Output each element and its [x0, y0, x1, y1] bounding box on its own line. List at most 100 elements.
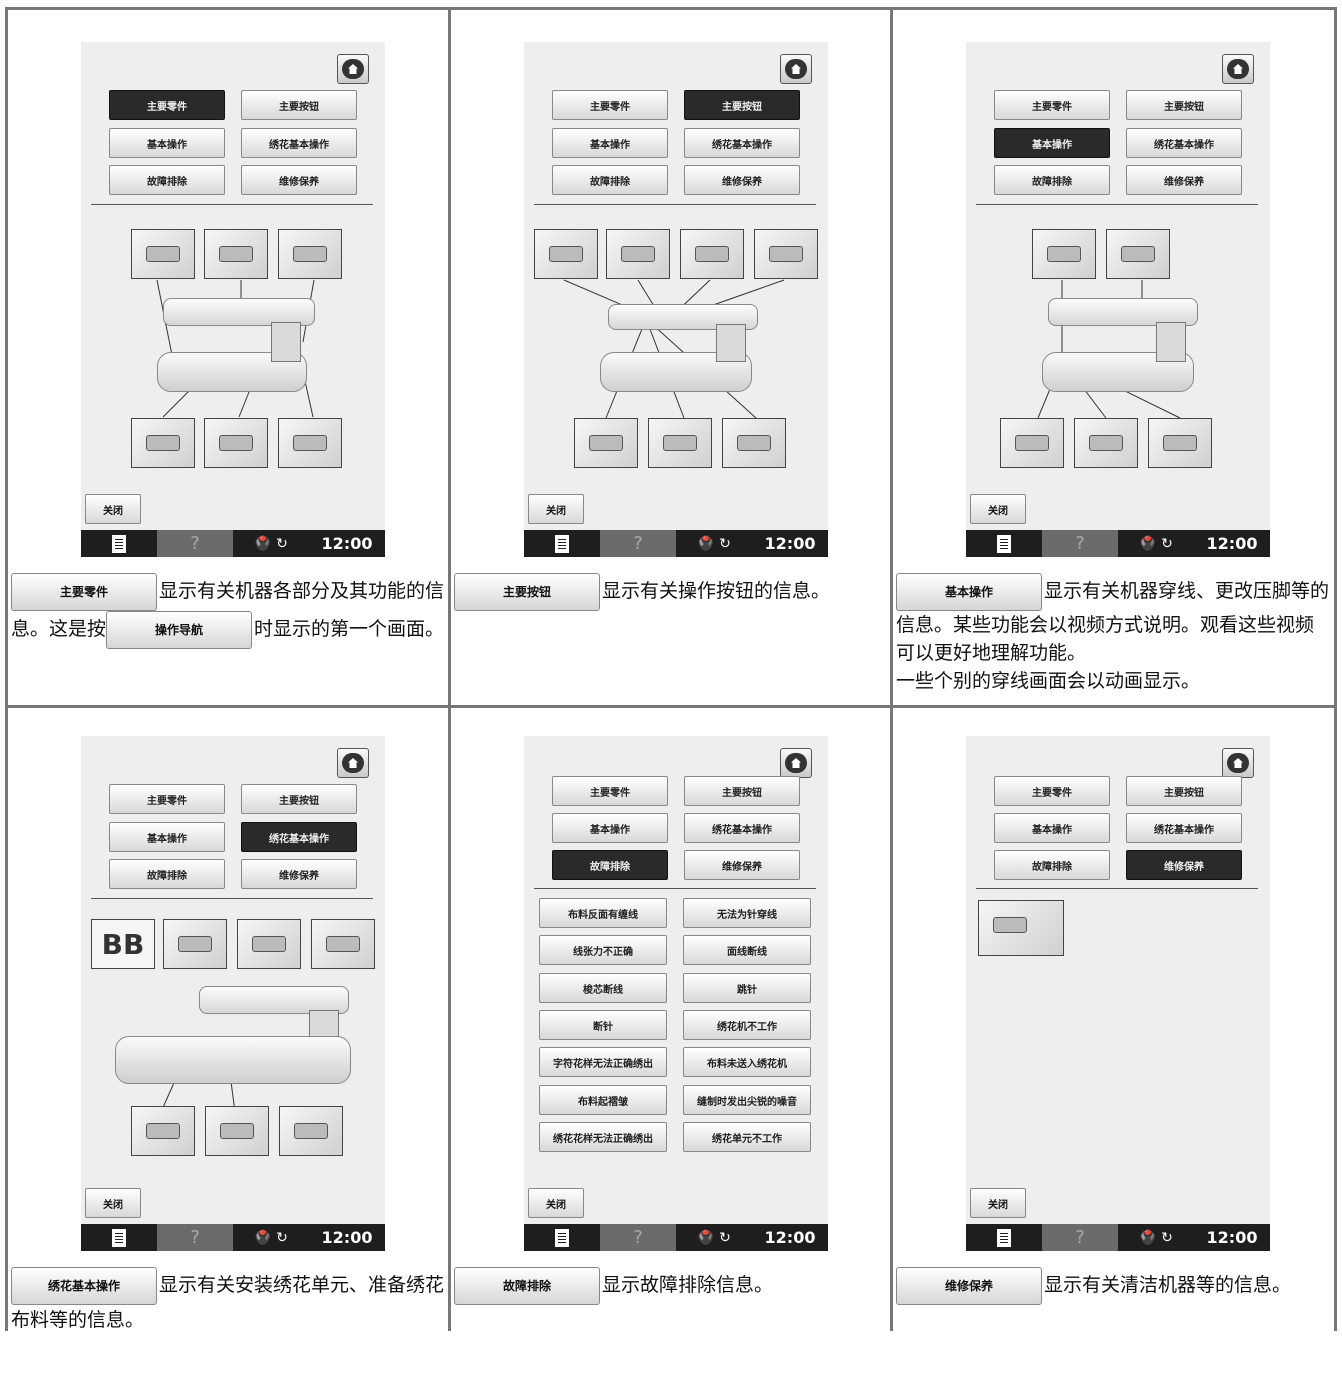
menu-main-parts[interactable]: 主要零件 — [552, 776, 668, 806]
help-button[interactable]: ? — [157, 1224, 233, 1251]
operation-thumb-4[interactable] — [1074, 418, 1138, 468]
home-button[interactable] — [780, 748, 812, 778]
cell-basic-operation: 主要零件 主要按钮 基本操作 绣花基本操作 故障排除 维修保养 关闭 ? 🖲️ … — [890, 10, 1333, 700]
button-thumb-5[interactable] — [574, 418, 638, 468]
trouble-item[interactable]: 布料反面有缠线 — [539, 898, 667, 928]
menu-basic-operation[interactable]: 基本操作 — [552, 813, 668, 843]
button-thumb-7[interactable] — [722, 418, 786, 468]
trouble-item[interactable]: 字符花样无法正确绣出 — [539, 1047, 667, 1077]
menu-separator — [534, 888, 816, 889]
document-icon — [997, 534, 1011, 553]
cell-description: 故障排除 显示故障排除信息。 — [454, 1267, 890, 1305]
close-button[interactable]: 关闭 — [528, 494, 584, 524]
trouble-item[interactable]: 布料未送入绣花机 — [683, 1047, 811, 1077]
menu-basic-operation[interactable]: 基本操作 — [994, 813, 1110, 843]
menu-maintenance[interactable]: 维修保养 — [684, 850, 800, 880]
button-thumb-4[interactable] — [754, 229, 818, 279]
manual-button[interactable] — [524, 1224, 600, 1251]
status-bar: ? 🖲️ ↻ 12:00 — [966, 530, 1270, 557]
part-thumb-5[interactable] — [204, 418, 268, 468]
cell-description: 主要零件 显示有关机器各部分及其功能的信息。这是按 操作导航 时显示的第一个画面。 — [11, 573, 447, 649]
trouble-item[interactable]: 缝制时发出尖锐的噪音 — [683, 1085, 811, 1115]
manual-button[interactable] — [966, 1224, 1042, 1251]
lcd-screen: 主要零件 主要按钮 基本操作 绣花基本操作 故障排除 维修保养 关闭 ? 🖲️ … — [81, 42, 385, 557]
help-button[interactable]: ? — [600, 1224, 676, 1251]
operation-thumb-3[interactable] — [1000, 418, 1064, 468]
trouble-item[interactable]: 绣花机不工作 — [683, 1010, 811, 1040]
close-button[interactable]: 关闭 — [970, 494, 1026, 524]
help-button[interactable]: ? — [157, 530, 233, 557]
help-button[interactable]: ? — [1042, 1224, 1118, 1251]
document-icon — [555, 534, 569, 553]
embroidery-thumb-2[interactable] — [163, 919, 227, 969]
embroidery-thumb-7[interactable] — [279, 1106, 343, 1156]
close-button[interactable]: 关闭 — [85, 1188, 141, 1218]
button-thumb-1[interactable] — [534, 229, 598, 279]
home-icon — [785, 753, 807, 773]
manual-button[interactable] — [81, 530, 157, 557]
operation-thumb-2[interactable] — [1106, 229, 1170, 279]
part-thumb-2[interactable] — [204, 229, 268, 279]
trouble-item[interactable]: 绣花花样无法正确绣出 — [539, 1122, 667, 1152]
manual-button[interactable] — [524, 530, 600, 557]
desc-text-2: 一些个别的穿线画面会以动画显示。 — [896, 670, 1201, 692]
trouble-item[interactable]: 断针 — [539, 1010, 667, 1040]
embroidery-thumb-6[interactable] — [205, 1106, 269, 1156]
embroidery-thumb-4[interactable] — [311, 919, 375, 969]
status-symbols: 🖲️ ↻ — [697, 535, 731, 552]
cell-main-parts: 主要零件 主要按钮 基本操作 绣花基本操作 故障排除 维修保养 关闭 ? 🖲️ … — [5, 10, 448, 700]
part-thumb-4[interactable] — [131, 418, 195, 468]
menu-embroidery-basic[interactable]: 绣花基本操作 — [1126, 813, 1242, 843]
button-thumb-2[interactable] — [606, 229, 670, 279]
button-thumb-3[interactable] — [680, 229, 744, 279]
cell-embroidery-basic: 主要零件 主要按钮 基本操作 绣花基本操作 故障排除 维修保养 BB 关闭 ? … — [5, 704, 448, 1394]
cell-description: 基本操作 显示有关机器穿线、更改压脚等的信息。某些功能会以视频方式说明。观看这些视… — [896, 573, 1332, 695]
main-buttons-key: 主要按钮 — [454, 573, 600, 611]
operation-thumb-1[interactable] — [1032, 229, 1096, 279]
part-thumb-3[interactable] — [278, 229, 342, 279]
menu-main-buttons[interactable]: 主要按钮 — [684, 776, 800, 806]
part-thumb-1[interactable] — [131, 229, 195, 279]
embroidery-thumb-5[interactable] — [131, 1106, 195, 1156]
operation-thumb-5[interactable] — [1148, 418, 1212, 468]
button-thumb-6[interactable] — [648, 418, 712, 468]
status-bar: ? 🖲️ ↻ 12:00 — [81, 1224, 385, 1251]
menu-main-buttons[interactable]: 主要按钮 — [1126, 776, 1242, 806]
table-border-right — [1334, 7, 1337, 1331]
trouble-item[interactable]: 绣花单元不工作 — [683, 1122, 811, 1152]
home-button[interactable] — [1222, 748, 1254, 778]
trouble-item[interactable]: 跳针 — [683, 973, 811, 1003]
cell-main-buttons: 主要零件 主要按钮 基本操作 绣花基本操作 故障排除 维修保养 关闭 ? � — [448, 10, 891, 700]
desc-text: 显示有关清洁机器等的信息。 — [1044, 1274, 1292, 1296]
help-button[interactable]: ? — [600, 530, 676, 557]
menu-troubleshooting[interactable]: 故障排除 — [994, 850, 1110, 880]
maintenance-thumb[interactable] — [978, 900, 1064, 956]
status-symbols: 🖲️ ↻ — [1139, 535, 1173, 552]
trouble-item[interactable]: 无法为针穿线 — [683, 898, 811, 928]
menu-embroidery-basic[interactable]: 绣花基本操作 — [684, 813, 800, 843]
status-symbols: 🖲️ ↻ — [254, 1229, 288, 1246]
cell-description: 维修保养 显示有关清洁机器等的信息。 — [896, 1267, 1332, 1305]
menu-maintenance[interactable]: 维修保养 — [1126, 850, 1242, 880]
trouble-item[interactable]: 布料起褶皱 — [539, 1085, 667, 1115]
close-button[interactable]: 关闭 — [970, 1188, 1026, 1218]
status-symbols: 🖲️ ↻ — [697, 1229, 731, 1246]
help-button[interactable]: ? — [1042, 530, 1118, 557]
menu-troubleshooting[interactable]: 故障排除 — [552, 850, 668, 880]
status-bar: ? 🖲️ ↻ 12:00 — [524, 530, 828, 557]
menu-main-parts[interactable]: 主要零件 — [994, 776, 1110, 806]
part-thumb-6[interactable] — [278, 418, 342, 468]
embroidery-thumb-3[interactable] — [237, 919, 301, 969]
close-button[interactable]: 关闭 — [528, 1188, 584, 1218]
clock: 12:00 — [1206, 1228, 1258, 1247]
status-bar: ? 🖲️ ↻ 12:00 — [81, 530, 385, 557]
trouble-item[interactable]: 线张力不正确 — [539, 935, 667, 965]
manual-button[interactable] — [966, 530, 1042, 557]
close-button[interactable]: 关闭 — [85, 494, 141, 524]
embroidery-thumb-letters[interactable]: BB — [91, 919, 155, 969]
trouble-item[interactable]: 梭芯断线 — [539, 973, 667, 1003]
manual-button[interactable] — [81, 1224, 157, 1251]
status-symbols: 🖲️ ↻ — [254, 535, 288, 552]
home-icon — [1227, 753, 1249, 773]
trouble-item[interactable]: 面线断线 — [683, 935, 811, 965]
